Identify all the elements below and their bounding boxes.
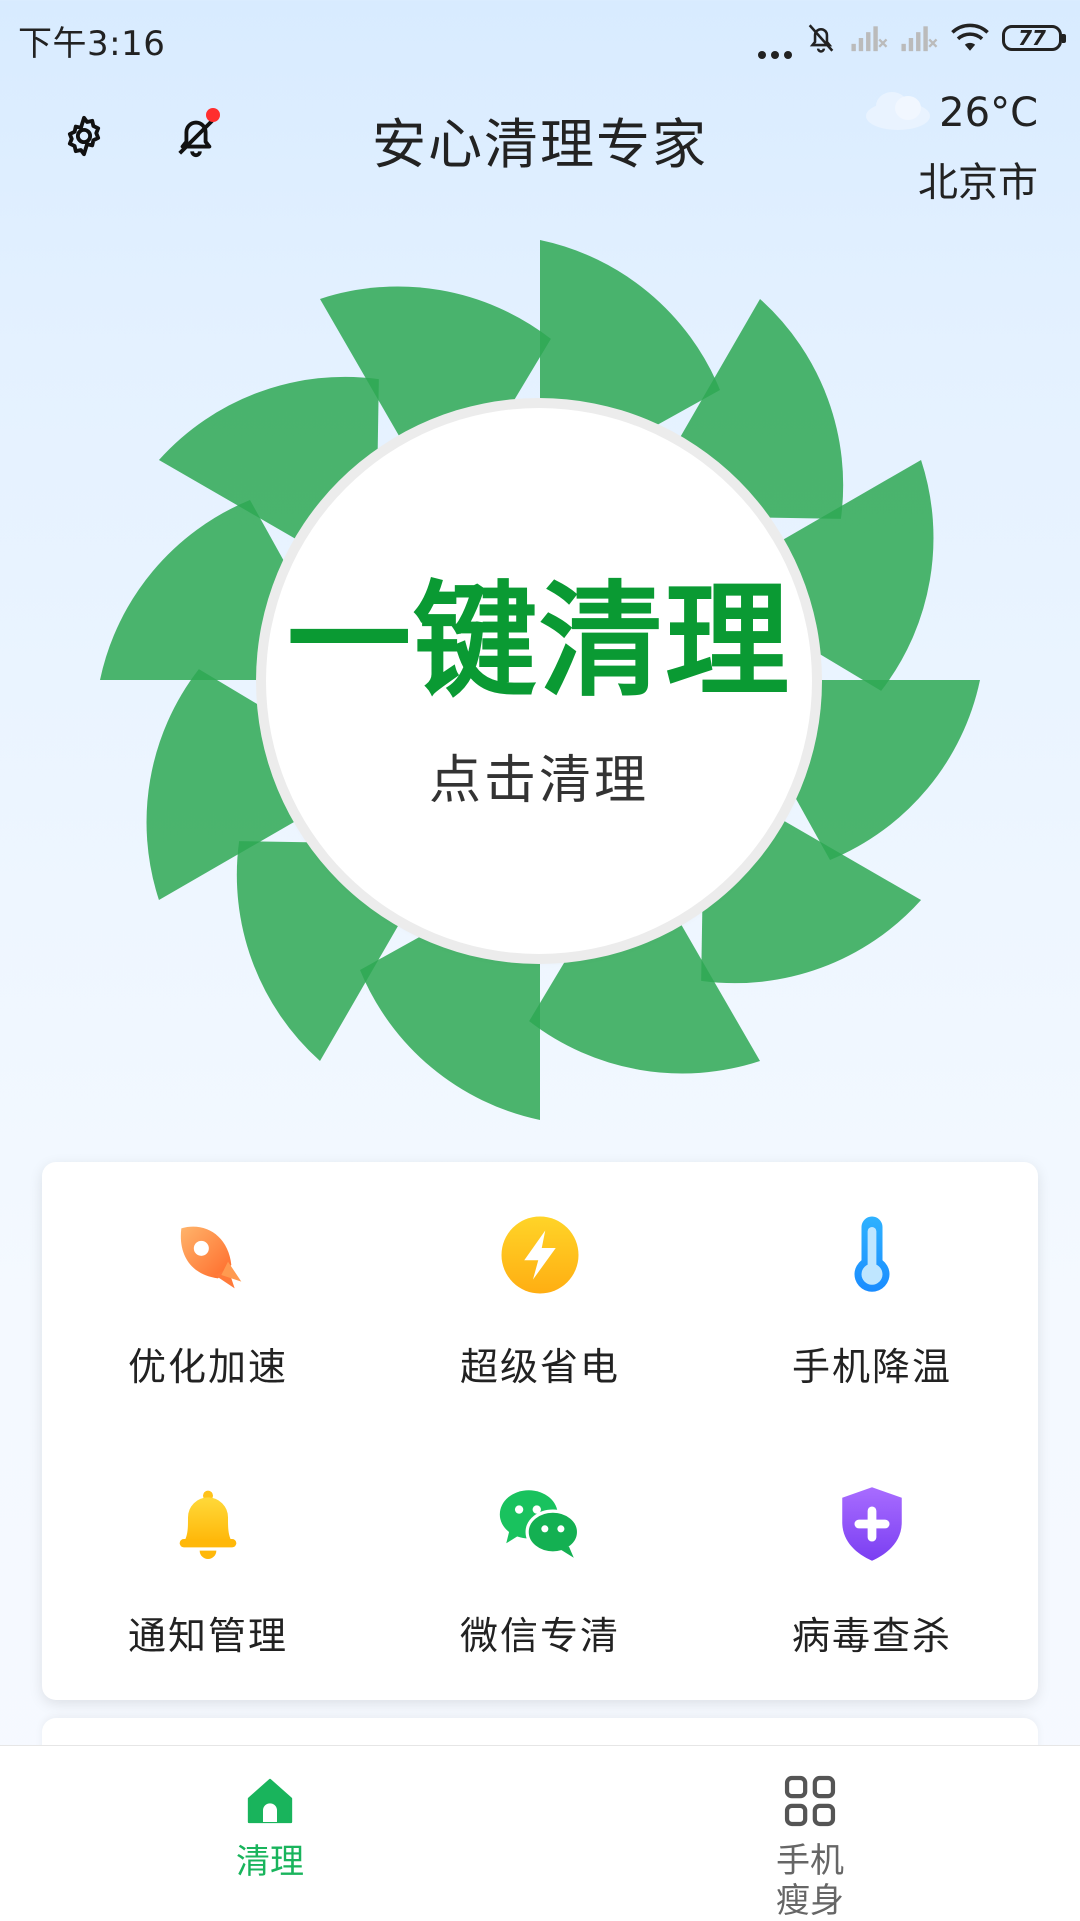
feature-wechat-clean[interactable]: 微信专清 <box>374 1431 706 1700</box>
cloud-icon <box>866 92 930 130</box>
status-time: 下午3:16 <box>18 24 166 64</box>
feature-label: 超级省电 <box>459 1345 620 1389</box>
clean-title: 一键清理 <box>286 569 791 714</box>
feature-virus-scan[interactable]: 病毒查杀 <box>706 1431 1038 1700</box>
weather-city: 北京市 <box>918 160 1038 206</box>
feature-label: 手机降温 <box>791 1345 952 1389</box>
feature-label: 优化加速 <box>127 1345 288 1389</box>
wechat-icon <box>495 1479 585 1569</box>
clean-subtitle: 点击清理 <box>428 750 649 811</box>
home-icon <box>237 1768 303 1834</box>
status-bar: 下午3:16 77 <box>0 0 1080 76</box>
weather-temperature: 26°C <box>939 90 1038 136</box>
apps-grid-icon <box>777 1768 843 1833</box>
gear-icon <box>67 115 101 157</box>
feature-notification-manage[interactable]: 通知管理 <box>42 1431 374 1700</box>
lightning-icon <box>495 1210 585 1300</box>
feature-label: 微信专清 <box>459 1614 620 1658</box>
bottom-nav: 清理 手机瘦身 <box>0 1745 1080 1921</box>
feature-power-saving[interactable]: 超级省电 <box>374 1162 706 1431</box>
feature-label: 通知管理 <box>127 1614 288 1658</box>
feature-phone-cooling[interactable]: 手机降温 <box>706 1162 1038 1431</box>
rocket-icon <box>163 1210 253 1300</box>
wifi-icon <box>951 23 989 51</box>
nav-item-phone-slim[interactable]: 手机瘦身 <box>540 1746 1080 1921</box>
signal-1-icon <box>851 26 888 52</box>
unread-dot <box>206 108 220 122</box>
status-icons: 77 <box>758 14 1066 62</box>
notification-button[interactable] <box>168 108 224 164</box>
feature-card: 优化加速 超级省电 手机降温 通知管理 微信专清 病毒查杀 <box>42 1162 1038 1700</box>
battery-indicator: 77 <box>1002 25 1066 51</box>
nav-label: 手机瘦身 <box>776 1841 844 1921</box>
one-click-clean-button[interactable]: 一键清理 点击清理 <box>266 408 812 954</box>
nav-item-clean[interactable]: 清理 <box>0 1746 540 1921</box>
thermometer-icon <box>827 1210 917 1300</box>
bell-icon <box>163 1479 253 1569</box>
mute-bell-icon <box>808 24 834 53</box>
shield-plus-icon <box>827 1479 917 1569</box>
feature-grid: 优化加速 超级省电 手机降温 通知管理 微信专清 病毒查杀 <box>42 1162 1038 1700</box>
more-dots-icon <box>758 17 792 59</box>
nav-label: 清理 <box>236 1842 304 1882</box>
signal-2-icon <box>901 26 938 52</box>
feature-label: 病毒查杀 <box>791 1614 952 1658</box>
settings-button[interactable] <box>56 108 112 164</box>
app-title: 安心清理专家 <box>372 113 708 176</box>
feature-optimize-speed[interactable]: 优化加速 <box>42 1162 374 1431</box>
